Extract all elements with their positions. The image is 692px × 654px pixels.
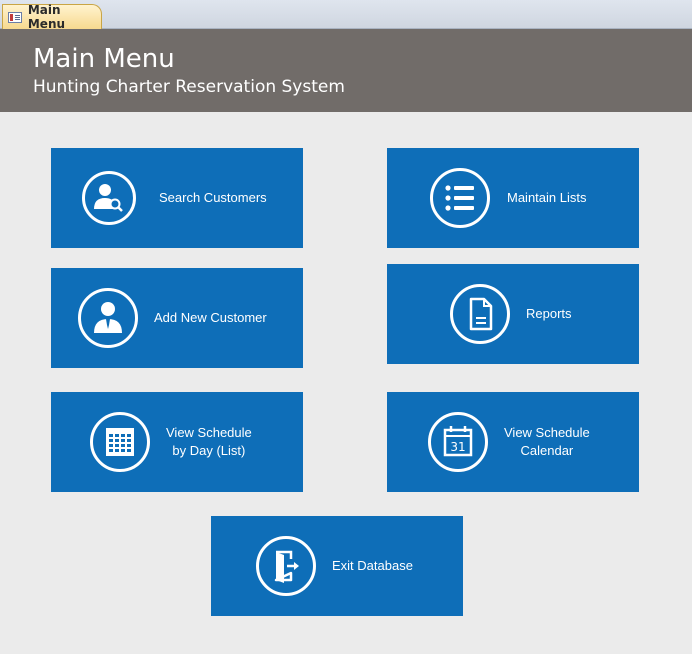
document-icon xyxy=(450,284,510,344)
calendar-icon: 31 xyxy=(428,412,488,472)
view-schedule-calendar-label: View Schedule Calendar xyxy=(504,425,590,458)
tab-main-menu-label: Main Menu xyxy=(27,3,66,31)
form-icon xyxy=(8,11,22,23)
view-schedule-day-button[interactable]: View Schedule by Day (List) xyxy=(51,392,303,492)
search-customers-label: Search Customers xyxy=(159,190,267,205)
page-subtitle: Hunting Charter Reservation System xyxy=(33,77,345,97)
form-header: Main Menu Hunting Charter Reservation Sy… xyxy=(0,29,692,112)
tab-main-menu[interactable]: Main Menu xyxy=(2,3,102,31)
reports-button[interactable]: Reports xyxy=(387,264,639,364)
document-tab-strip: Main Menu xyxy=(0,0,692,31)
calendar-day-number: 31 xyxy=(450,440,465,454)
user-icon xyxy=(78,288,138,348)
add-new-customer-label: Add New Customer xyxy=(154,310,267,325)
maintain-lists-button[interactable]: Maintain Lists xyxy=(387,148,639,248)
add-new-customer-button[interactable]: Add New Customer xyxy=(51,268,303,368)
maintain-lists-label: Maintain Lists xyxy=(507,190,587,205)
search-customers-button[interactable]: Search Customers xyxy=(51,148,303,248)
exit-door-icon xyxy=(256,536,316,596)
reports-label: Reports xyxy=(526,306,572,321)
user-search-icon xyxy=(82,171,136,225)
exit-database-label: Exit Database xyxy=(332,558,413,573)
view-schedule-day-label: View Schedule by Day (List) xyxy=(166,425,252,458)
list-icon xyxy=(430,168,490,228)
calendar-grid-icon xyxy=(90,412,150,472)
view-schedule-calendar-button[interactable]: 31 View Schedule Calendar xyxy=(387,392,639,492)
exit-database-button[interactable]: Exit Database xyxy=(211,516,463,616)
page-title: Main Menu xyxy=(33,44,175,74)
